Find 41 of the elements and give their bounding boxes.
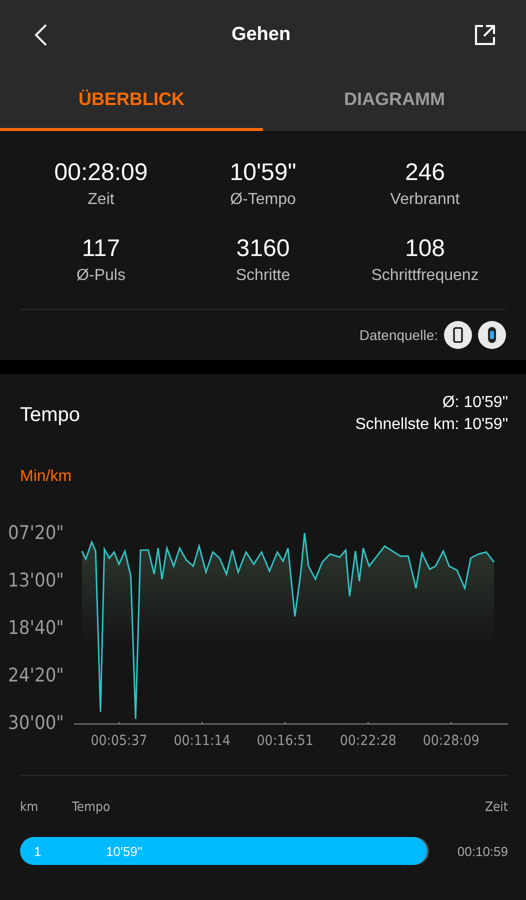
screen-title: Gehen (231, 24, 291, 46)
share-button[interactable] (474, 24, 496, 46)
unit-label: Min/km (20, 468, 73, 486)
x-axis-label: 00:22:28 (340, 733, 396, 749)
fitness-band-icon (478, 321, 506, 349)
column-header: Zeit (484, 800, 508, 815)
card-title: Tempo (20, 404, 80, 428)
stat-label: Ø-Tempo (230, 191, 296, 209)
stat-value: 246 (404, 159, 446, 187)
x-axis-label: 00:28:09 (422, 733, 480, 749)
stat-value: 10'59" (230, 159, 296, 187)
stat-label: Verbrannt (390, 191, 460, 209)
stat-label: Zeit (88, 191, 114, 209)
tab[interactable]: DIAGRAMM (263, 70, 526, 131)
fastest-km: Schnellste km: 10'59" (355, 416, 508, 434)
lap-time: 00:10:59 (457, 844, 508, 858)
stat-label: Schrittfrequenz (371, 267, 479, 285)
y-axis-label: 18'40" (8, 617, 64, 639)
data-source-label: Datenquelle: (359, 327, 438, 343)
stat-value: 117 (82, 235, 120, 263)
column-header: Tempo (72, 800, 112, 815)
stat-value: 00:28:09 (54, 159, 148, 187)
y-axis-label: 13'00" (8, 570, 64, 592)
stat-value: 3160 (236, 235, 290, 263)
lap-pace: 10'59'' (106, 844, 142, 858)
y-axis-label: 24'20" (8, 664, 64, 686)
share-icon (474, 24, 496, 46)
x-axis-label: 00:05:37 (90, 733, 148, 749)
y-axis-label: 30'00" (8, 712, 64, 734)
stat-value: 108 (404, 235, 446, 263)
average-pace: Ø: 10'59" (442, 394, 508, 412)
stat-label: Ø-Puls (76, 267, 126, 285)
x-axis-label: 00:11:14 (174, 733, 230, 749)
x-axis-label: 00:16:51 (256, 733, 314, 749)
back-icon (34, 23, 48, 47)
back-button[interactable] (34, 23, 48, 47)
phone-icon (444, 321, 472, 349)
column-header: km (20, 800, 40, 815)
stat-label: Schritte (236, 267, 290, 285)
lap-km: 1 (33, 844, 42, 858)
y-axis-label: 07'20" (8, 522, 64, 544)
